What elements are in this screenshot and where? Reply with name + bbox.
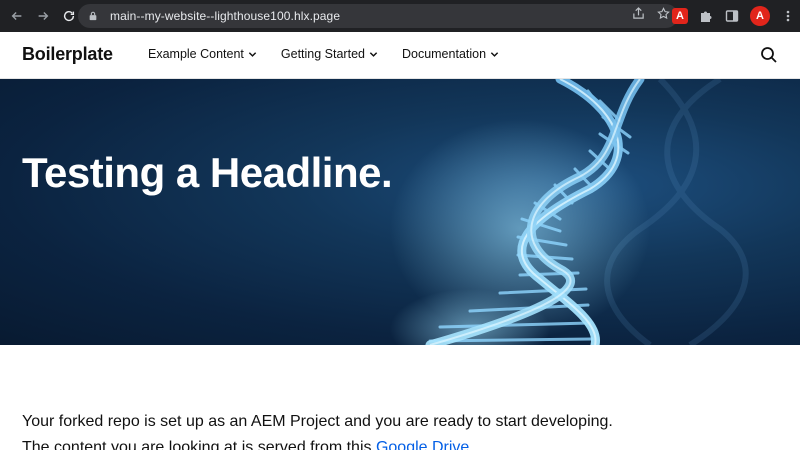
back-button[interactable] — [6, 5, 28, 27]
chevron-down-icon — [369, 50, 378, 59]
site-header: Boilerplate Example Content Getting Star… — [0, 32, 800, 79]
nav-item-documentation[interactable]: Documentation — [402, 47, 499, 61]
search-button[interactable] — [760, 46, 778, 64]
main-content: Your forked repo is set up as an AEM Pro… — [22, 409, 792, 450]
search-icon — [761, 47, 777, 63]
hero-headline: Testing a Headline. — [22, 149, 393, 196]
dna-helix-image — [390, 79, 749, 345]
forward-arrow-icon — [38, 12, 49, 20]
adobe-extension-icon[interactable]: A — [672, 8, 688, 24]
reload-button[interactable] — [58, 5, 80, 27]
address-bar[interactable]: main--my-website--lighthouse100.hlx.page — [78, 4, 678, 28]
nav-item-label: Getting Started — [280, 47, 365, 61]
puzzle-extensions-icon[interactable] — [698, 8, 714, 24]
main-nav: Example Content Getting Started Document… — [148, 47, 523, 61]
chevron-down-icon — [248, 50, 257, 59]
lock-icon — [88, 10, 100, 22]
profile-avatar[interactable]: A — [750, 6, 770, 26]
nav-item-example-content[interactable]: Example Content — [148, 47, 257, 61]
chevron-down-icon — [490, 50, 499, 59]
kebab-menu-icon[interactable] — [780, 8, 796, 24]
side-panel-icon[interactable] — [724, 8, 740, 24]
reload-icon — [63, 10, 75, 22]
intro-paragraph-line-2: The content you are looking at is served… — [22, 435, 792, 450]
google-drive-link[interactable]: Google Drive — [376, 439, 469, 450]
bookmark-star-icon[interactable] — [657, 7, 670, 25]
share-icon[interactable] — [632, 7, 645, 25]
intro-paragraph-line-1: Your forked repo is set up as an AEM Pro… — [22, 413, 613, 430]
brand-logo[interactable]: Boilerplate — [22, 44, 113, 65]
intro-text: The content you are looking at is served… — [22, 439, 376, 450]
browser-toolbar: main--my-website--lighthouse100.hlx.page… — [0, 0, 800, 32]
nav-item-getting-started[interactable]: Getting Started — [281, 47, 378, 61]
nav-item-label: Documentation — [401, 47, 487, 61]
url-text: main--my-website--lighthouse100.hlx.page — [110, 9, 341, 23]
nav-item-label: Example Content — [148, 47, 244, 61]
hero-banner: Testing a Headline. — [0, 79, 800, 345]
back-arrow-icon — [11, 12, 22, 20]
forward-button[interactable] — [32, 5, 54, 27]
